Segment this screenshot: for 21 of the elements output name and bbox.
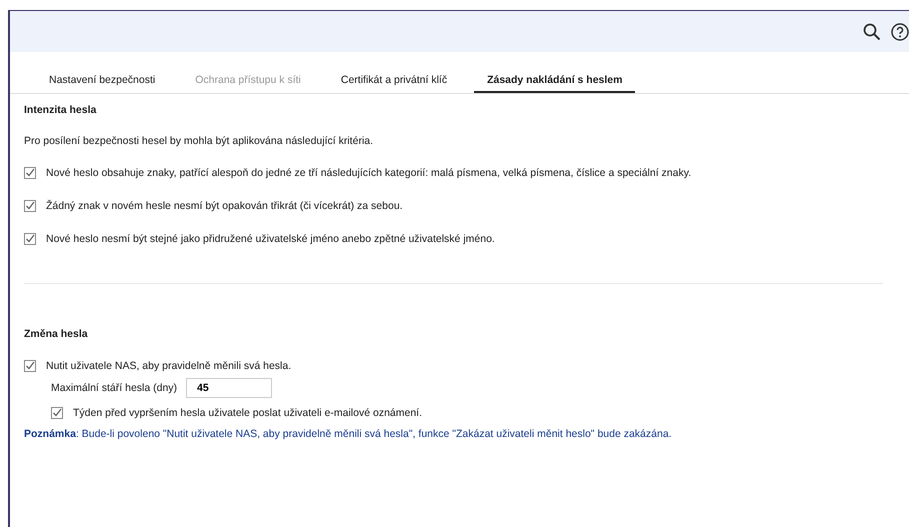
tab[interactable]: Zásady nakládání s heslem (474, 66, 636, 93)
checkbox[interactable] (24, 360, 36, 372)
field-label: Maximální stáří hesla (dny) (51, 382, 178, 394)
intro-text: Pro posílení bezpečnosti hesel by mohla být aplikována následující kritéria. (24, 135, 374, 147)
note-text: Poznámka: Bude-li povoleno "Nutit uživatele NAS, aby pravidelně měnili svá hesla", funkce "Zakázat uživateli měnit heslo" bude zakázána. (24, 428, 673, 440)
tab[interactable]: Nastavení bezpečnosti (36, 66, 168, 93)
input-field[interactable]: 45 (186, 378, 272, 398)
section-title: Změna hesla (24, 328, 89, 340)
checkbox[interactable] (51, 407, 63, 419)
help-icon[interactable] (891, 22, 909, 40)
option-label: Nutit uživatele NAS, aby pravidelně měnili svá hesla. (46, 360, 292, 372)
checkbox[interactable] (24, 200, 36, 212)
option-label: Týden před vypršením hesla uživatele poslat uživateli e-mailové oznámení. (73, 407, 422, 419)
option-label: Nové heslo nesmí být stejné jako přidružené uživatelské jméno anebo zpětné uživatelské jméno. (46, 233, 495, 245)
checkbox[interactable] (24, 167, 36, 179)
checkbox[interactable] (24, 233, 36, 245)
option-label: Nové heslo obsahuje znaky, patřící alespoň do jedné ze tří následujících kategorií: malá písmena, velká písmena, číslice a speciální znaky. (46, 167, 692, 179)
section-title: Intenzita hesla (24, 104, 98, 116)
tab[interactable]: Certifikát a privátní klíč (328, 66, 460, 93)
search-icon[interactable] (863, 22, 881, 40)
option-label: Žádný znak v novém hesle nesmí být opakován třikrát (či vícekrát) za sebou. (46, 200, 403, 212)
